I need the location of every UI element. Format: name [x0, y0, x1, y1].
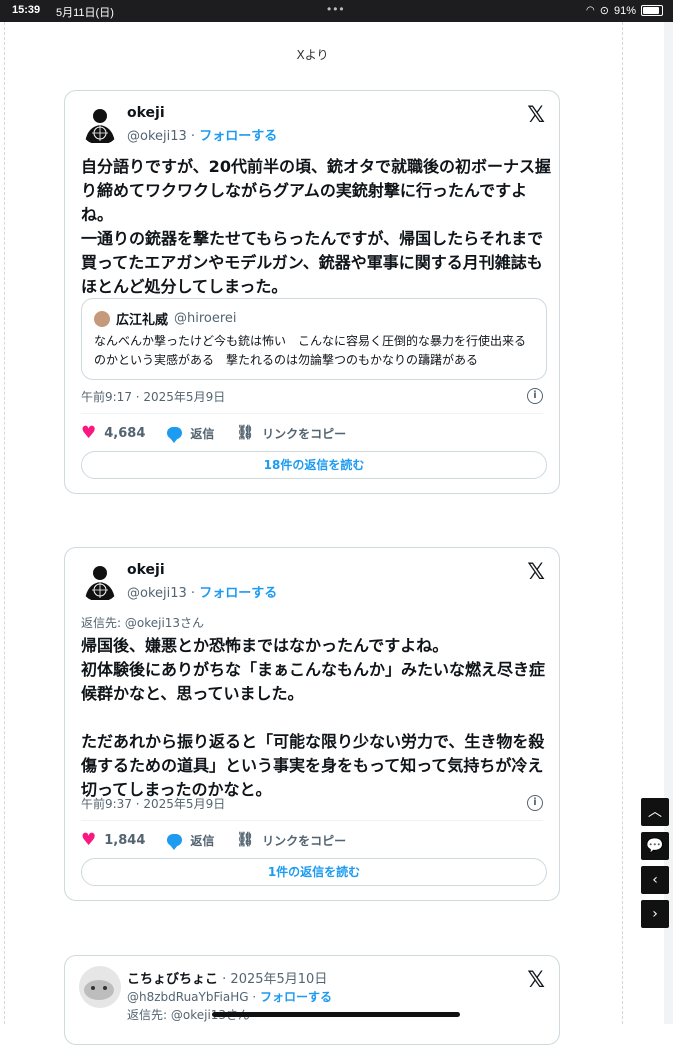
- read-replies-button[interactable]: 1件の返信を読む: [81, 858, 547, 886]
- user-handle-line: @h8zbdRuaYbFiaHG · フォローする: [127, 990, 332, 1004]
- divider: [81, 413, 543, 414]
- tweet-card[interactable]: こちょびちょこ · 2025年5月10日 @h8zbdRuaYbFiaHG · …: [64, 955, 560, 1045]
- user-handle[interactable]: @okeji13: [127, 586, 187, 601]
- tweet-actions: ♥ 1,844 返信 ⛓ リンクをコピー: [81, 830, 368, 850]
- read-replies-button[interactable]: 18件の返信を読む: [81, 451, 547, 479]
- quote-avatar: [94, 310, 110, 327]
- chevron-up-icon[interactable]: ︿: [641, 798, 669, 826]
- reply-button[interactable]: 返信: [167, 832, 215, 850]
- user-name[interactable]: okeji: [127, 105, 165, 121]
- timestamp[interactable]: 午前9:37 · 2025年5月9日: [81, 795, 225, 812]
- home-indicator[interactable]: [212, 1012, 460, 1017]
- copy-link-label: リンクをコピー: [262, 833, 347, 848]
- battery-percent: 91%: [613, 4, 636, 17]
- reply-button[interactable]: 返信: [167, 425, 215, 443]
- tweet-card[interactable]: okeji @okeji13 · フォローする 𝕏 返信先: @okeji13さ…: [64, 547, 560, 901]
- tweet-text: 帰国後、嫌悪とか恐怖まではなかったんですよね。 初体験後にありがちな「まぁこんな…: [81, 636, 546, 799]
- user-name[interactable]: こちょびちょこ: [127, 972, 218, 987]
- chevron-right-icon[interactable]: ›: [641, 900, 669, 928]
- user-handle[interactable]: @okeji13: [127, 129, 187, 144]
- quote-user-handle: @hiroerei: [174, 311, 237, 326]
- tweet-text: 自分語りですが、20代前半の頃、銃オタで就職後の初ボーナス握り締めてワクワクしな…: [81, 157, 551, 296]
- reply-label: 返信: [190, 426, 215, 441]
- x-logo-icon[interactable]: 𝕏: [527, 968, 545, 993]
- like-button[interactable]: ♥ 4,684: [81, 423, 145, 443]
- like-count: 1,844: [104, 832, 146, 848]
- quote-header: 広江礼威 @hiroerei: [94, 309, 534, 328]
- copy-link-label: リンクをコピー: [262, 426, 347, 441]
- quote-user-name: 広江礼威: [116, 313, 169, 328]
- comment-icon[interactable]: 💬: [641, 832, 669, 860]
- quote-tweet[interactable]: 広江礼威 @hiroerei なんべんか撃ったけど今も銃は怖い こんなに容易く圧…: [81, 298, 547, 380]
- follow-button[interactable]: フォローする: [260, 990, 332, 1004]
- status-date: 5月11日(日): [56, 7, 114, 19]
- copy-link-button[interactable]: ⛓ リンクをコピー: [236, 425, 346, 442]
- like-button[interactable]: ♥ 1,844: [81, 830, 145, 850]
- like-count: 4,684: [104, 425, 146, 441]
- link-icon: ⛓: [236, 832, 255, 848]
- multitask-dots-icon[interactable]: •••: [327, 2, 346, 16]
- tweet-card[interactable]: okeji @okeji13 · フォローする 𝕏 自分語りですが、20代前半の…: [64, 90, 560, 494]
- tweet-actions: ♥ 4,684 返信 ⛓ リンクをコピー: [81, 423, 368, 443]
- wifi-icon: ◠: [586, 5, 595, 16]
- link-icon: ⛓: [236, 425, 255, 441]
- quote-text: なんべんか撃ったけど今も銃は怖い こんなに容易く圧倒的な暴力を行使出来るのかとい…: [94, 334, 527, 367]
- x-logo-icon[interactable]: 𝕏: [527, 103, 545, 128]
- user-handle-line: @okeji13 · フォローする: [127, 129, 278, 144]
- source-label: Xより: [296, 48, 329, 62]
- chevron-left-icon[interactable]: ‹: [641, 866, 669, 894]
- status-right: ◠ ⊙ 91%: [586, 4, 663, 17]
- divider: [81, 820, 543, 821]
- user-handle[interactable]: @h8zbdRuaYbFiaHG: [127, 990, 249, 1004]
- reply-bubble-icon: [167, 834, 183, 850]
- avatar[interactable]: [79, 103, 121, 145]
- follow-button[interactable]: フォローする: [199, 586, 277, 601]
- heart-icon: ♥: [81, 423, 97, 443]
- tweet-date[interactable]: · 2025年5月10日: [222, 972, 327, 987]
- info-icon[interactable]: i: [527, 388, 543, 404]
- status-bar: 15:39 5月11日(日) ••• ◠ ⊙ 91%: [0, 0, 673, 22]
- timestamp[interactable]: 午前9:17 · 2025年5月9日: [81, 388, 225, 405]
- lock-rotation-icon: ⊙: [599, 5, 609, 17]
- battery-icon: [641, 5, 663, 16]
- x-logo-icon[interactable]: 𝕏: [527, 560, 545, 585]
- reply-to[interactable]: 返信先: @okeji13さん: [81, 614, 204, 631]
- avatar[interactable]: [79, 560, 121, 602]
- info-icon[interactable]: i: [527, 795, 543, 811]
- reply-bubble-icon: [167, 427, 183, 443]
- avatar[interactable]: [79, 966, 121, 1008]
- reply-label: 返信: [190, 833, 215, 848]
- status-time: 15:39: [12, 4, 41, 16]
- user-name[interactable]: okeji: [127, 562, 165, 578]
- follow-button[interactable]: フォローする: [199, 129, 277, 144]
- user-name-line: こちょびちょこ · 2025年5月10日: [127, 968, 327, 987]
- copy-link-button[interactable]: ⛓ リンクをコピー: [236, 832, 346, 849]
- user-handle-line: @okeji13 · フォローする: [127, 586, 278, 601]
- heart-icon: ♥: [81, 830, 97, 850]
